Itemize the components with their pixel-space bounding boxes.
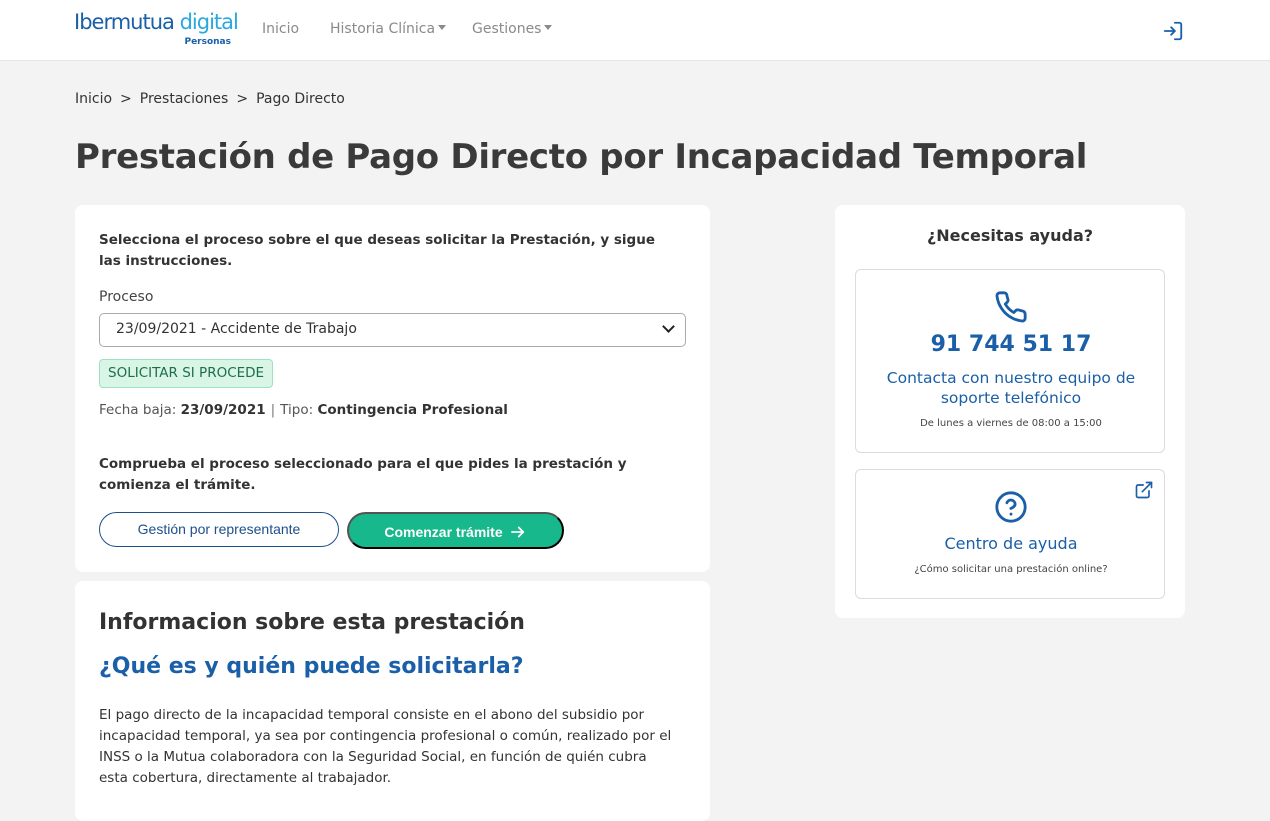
help-center-description: ¿Cómo solicitar una prestación online? [914,564,1108,575]
top-navbar: Ibermutua digital Personas Inicio Histor… [0,0,1270,61]
tipo-value: Contingencia Profesional [317,402,508,418]
fecha-label: Fecha baja: [99,402,177,418]
phone-description: Contacta con nuestro equipo de soporte t… [886,369,1136,407]
help-title: ¿Necesitas ayuda? [926,226,1094,245]
process-selected-value: 23/09/2021 - Accidente de Trabajo [116,321,357,337]
process-meta: Fecha baja: 23/09/2021 | Tipo: Contingenci… [99,402,508,418]
status-badge: SOLICITAR SI PROCEDE [99,359,274,388]
chevron-down-icon [662,320,675,333]
breadcrumb: Inicio > Prestaciones > Pago Directo [75,91,345,107]
breadcrumb-current: Pago Directo [256,91,345,107]
meta-separator: | [270,402,276,418]
logout-icon[interactable] [1162,20,1184,42]
info-title: Informacion sobre esta prestación [99,610,525,635]
help-card: ¿Necesitas ayuda? 91 744 51 17 Contacta … [835,205,1185,618]
start-process-button[interactable]: Comenzar trámite [347,512,564,549]
info-card: Informacion sobre esta prestación ¿Qué e… [75,581,710,821]
process-card: Selecciona el proceso sobre el que desea… [75,205,710,572]
caret-down-icon [438,25,447,30]
breadcrumb-separator: > [236,91,249,107]
help-center-box[interactable]: Centro de ayuda ¿Cómo solicitar una pres… [855,469,1165,599]
process-instruction: Selecciona el proceso sobre el que desea… [99,232,655,269]
phone-support-box[interactable]: 91 744 51 17 Contacta con nuestro equipo… [855,269,1165,453]
ibermutua-logo[interactable]: Ibermutua digital Personas [74,10,239,50]
start-process-label: Comenzar trámite [384,524,503,540]
process-select[interactable]: 23/09/2021 - Accidente de Trabajo [99,313,686,347]
logo-sub: Personas [184,37,231,47]
logo-accent: digital [179,10,239,34]
arrow-right-icon [510,526,524,538]
phone-icon [995,291,1027,323]
tipo-label: Tipo: [280,402,314,418]
support-hours: De lunes a viernes de 08:00 a 15:00 [920,418,1102,429]
nav-inicio[interactable]: Inicio [262,21,299,37]
external-link-icon [1135,481,1153,499]
page-title: Prestación de Pago Directo por Incapacid… [75,137,1088,177]
fecha-value: 23/09/2021 [180,402,266,418]
info-subtitle: ¿Qué es y quién puede solicitarla? [99,654,524,679]
breadcrumb-prestaciones[interactable]: Prestaciones [140,91,229,107]
breadcrumb-separator: > [120,91,132,107]
phone-number[interactable]: 91 744 51 17 [856,332,1166,357]
help-question-icon [995,491,1027,523]
nav-historia-clinica[interactable]: Historia Clínica [330,21,447,37]
check-instruction: Comprueba el proceso seleccionado para e… [99,456,627,493]
help-center-title: Centro de ayuda [944,534,1078,553]
nav-historia-label: Historia Clínica [330,21,436,37]
representative-button[interactable]: Gestión por representante [99,512,339,547]
process-label: Proceso [99,289,154,305]
nav-gestiones[interactable]: Gestiones [472,21,553,37]
info-body: El pago directo de la incapacidad tempor… [99,707,672,786]
caret-down-icon [544,25,553,30]
logo-name: Ibermutua [74,10,175,34]
nav-gestiones-label: Gestiones [472,21,542,37]
breadcrumb-inicio[interactable]: Inicio [75,91,112,107]
